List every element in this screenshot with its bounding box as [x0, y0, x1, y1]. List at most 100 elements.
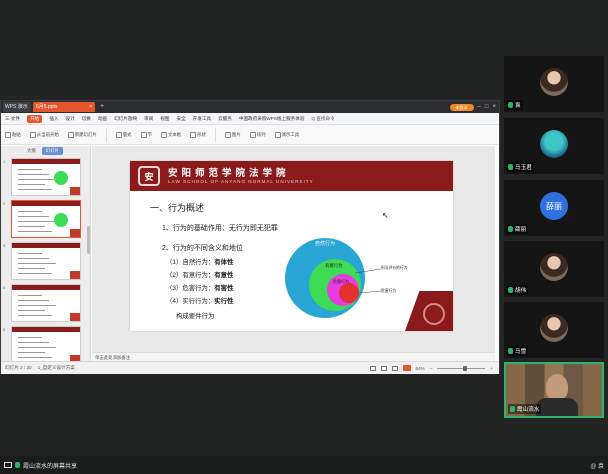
menu-item-7[interactable]: 审阅: [144, 116, 153, 122]
slide-thumbnail[interactable]: [11, 284, 81, 322]
notes-field[interactable]: 单击此处添加备注: [92, 352, 495, 361]
participant-tile[interactable]: 薛丽 薛丽: [504, 180, 604, 236]
participant-tile[interactable]: 马雪: [504, 302, 604, 358]
thumb-graphic: [54, 171, 68, 185]
slide[interactable]: 安 安阳师范学院法学院 LAW SCHOOL OF ANYANG NORMAL …: [130, 161, 453, 331]
thumb-line: [18, 169, 42, 170]
meeting-window: WPS 演示 6月5.pptx × + 未登录 – □ × 三 文件 开始 插入 设计…: [0, 0, 608, 474]
ribbon-button-4[interactable]: 节: [140, 131, 152, 138]
ribbon-button-2[interactable]: 新建幻灯片: [67, 131, 97, 138]
zoom-slider[interactable]: [437, 365, 486, 371]
menu-item-2[interactable]: 插入: [49, 116, 58, 122]
ribbon-icon: [224, 131, 231, 138]
participant-name-tag: 薛丽: [506, 224, 529, 234]
tab-document[interactable]: 6月5.pptx ×: [33, 102, 95, 112]
thumb-line: [18, 357, 52, 358]
sorter-view-icon[interactable]: [380, 365, 387, 371]
participant-name: 袁: [515, 103, 521, 109]
tab-slides[interactable]: 幻灯片: [41, 147, 63, 155]
menu-item-9[interactable]: 安全: [176, 116, 185, 122]
share-label: 霞山流水的屏幕共享: [23, 463, 78, 470]
slide-thumbnail[interactable]: [11, 200, 81, 238]
thumb-header: [12, 243, 80, 248]
participant-name-tag: 袁: [506, 100, 523, 110]
menu-item-4[interactable]: 切换: [82, 116, 91, 122]
venn-diagram: 自然行为 有意行为 危害行为 刑法评价的行为 危害行为: [285, 238, 408, 318]
participant-video[interactable]: 霞山流水: [504, 362, 604, 418]
seal-icon: [423, 303, 445, 325]
ribbon-label: 从当前开始: [36, 131, 59, 137]
ribbon-button-7[interactable]: 图片: [224, 131, 241, 138]
participant-name: 薛丽: [515, 227, 527, 233]
minimize-icon[interactable]: –: [478, 102, 481, 112]
thumb-line: [18, 258, 49, 259]
participant-tile[interactable]: 马玉君: [504, 118, 604, 174]
ribbon-button-1[interactable]: 从当前开始: [29, 131, 59, 138]
mic-icon: [510, 406, 515, 412]
ribbon-icon: [190, 131, 197, 138]
screen-share-icon: [4, 462, 12, 468]
participant-name: 霞山流水: [517, 407, 540, 413]
menu-item-13[interactable]: Q 查找命令: [311, 116, 334, 122]
sub-point-value: 有体性: [214, 259, 234, 266]
menu-item-12[interactable]: 中国政府采购WPS线上服务体验: [239, 116, 305, 122]
play-icon[interactable]: [402, 365, 411, 371]
avatar: [540, 130, 568, 158]
menu-item-11[interactable]: 云服务: [218, 116, 232, 122]
reading-view-icon[interactable]: [391, 365, 398, 371]
tab-wps-home[interactable]: WPS 演示: [3, 102, 31, 112]
theme-name: 1_自定义设计方案: [37, 365, 75, 370]
avatar: 薛丽: [540, 192, 568, 220]
ribbon-button-3[interactable]: 版式: [115, 131, 132, 138]
mic-icon: [508, 102, 513, 108]
close-icon[interactable]: ×: [89, 102, 92, 112]
participant-tile[interactable]: 袁: [504, 56, 604, 112]
thumb-line: [18, 184, 45, 185]
ribbon-button-5[interactable]: 文本框: [160, 131, 181, 138]
label-mid: 有意行为: [325, 262, 343, 269]
menu-item-5[interactable]: 动画: [98, 116, 107, 122]
ribbon-button-8[interactable]: 排列: [249, 131, 266, 138]
status-bar: 幻灯片 2 / 20 1_自定义设计方案 64% – +: [1, 361, 499, 374]
login-button[interactable]: 未登录: [449, 103, 474, 111]
slide-thumbnail[interactable]: [11, 242, 81, 280]
normal-view-icon[interactable]: [369, 365, 376, 371]
thumb-line: [18, 216, 49, 217]
menu-item-10[interactable]: 开发工具: [193, 116, 211, 122]
sub-point-label: （3）危害行为：: [166, 285, 215, 292]
thumb-header: [12, 159, 80, 164]
sub-point-label: （2）有意行为：: [166, 272, 215, 279]
ribbon-label: 演示工具: [281, 131, 300, 137]
participant-name-tag: 马雪: [506, 346, 529, 356]
menu-item-8[interactable]: 视图: [160, 116, 169, 122]
zoom-in-icon[interactable]: +: [490, 366, 493, 371]
slide-thumbnail[interactable]: [11, 158, 81, 196]
zoom-out-icon[interactable]: –: [430, 366, 433, 371]
thumb-line: [18, 295, 42, 296]
menu-item-0[interactable]: 三 文件: [5, 116, 20, 122]
participant-name: 胡伟: [515, 288, 527, 294]
ribbon-button-0[interactable]: 粘贴: [5, 131, 21, 138]
tab-outline[interactable]: 大纲: [27, 148, 36, 154]
thumb-line: [18, 342, 49, 343]
maximize-icon[interactable]: □: [485, 102, 489, 112]
point-1: 1、行为的基础作用：无行为即无犯罪: [162, 225, 278, 232]
ribbon-icon: [29, 131, 36, 138]
ribbon-button-9[interactable]: 演示工具: [274, 131, 300, 138]
menu-item-6[interactable]: 幻灯片放映: [114, 116, 137, 122]
menu-item-3[interactable]: 设计: [65, 116, 74, 122]
panel-scrollbar[interactable]: [87, 226, 90, 254]
school-logo: 安: [138, 166, 160, 186]
menu-item-1[interactable]: 开始: [27, 114, 43, 123]
slide-thumbnail[interactable]: [11, 326, 81, 364]
new-tab-icon[interactable]: +: [97, 102, 107, 112]
thumb-line: [18, 315, 52, 316]
video-person: [546, 374, 568, 400]
ribbon-button-6[interactable]: 形状: [190, 131, 206, 138]
slide-title: 一、行为概述: [150, 203, 205, 213]
tab-document-label: 6月5.pptx: [36, 104, 58, 110]
close-window-icon[interactable]: ×: [492, 102, 496, 112]
sub-point-1: （1）自然行为：有体性: [166, 257, 233, 266]
thumb-number: 2: [3, 201, 6, 206]
participant-tile[interactable]: 胡伟: [504, 241, 604, 297]
